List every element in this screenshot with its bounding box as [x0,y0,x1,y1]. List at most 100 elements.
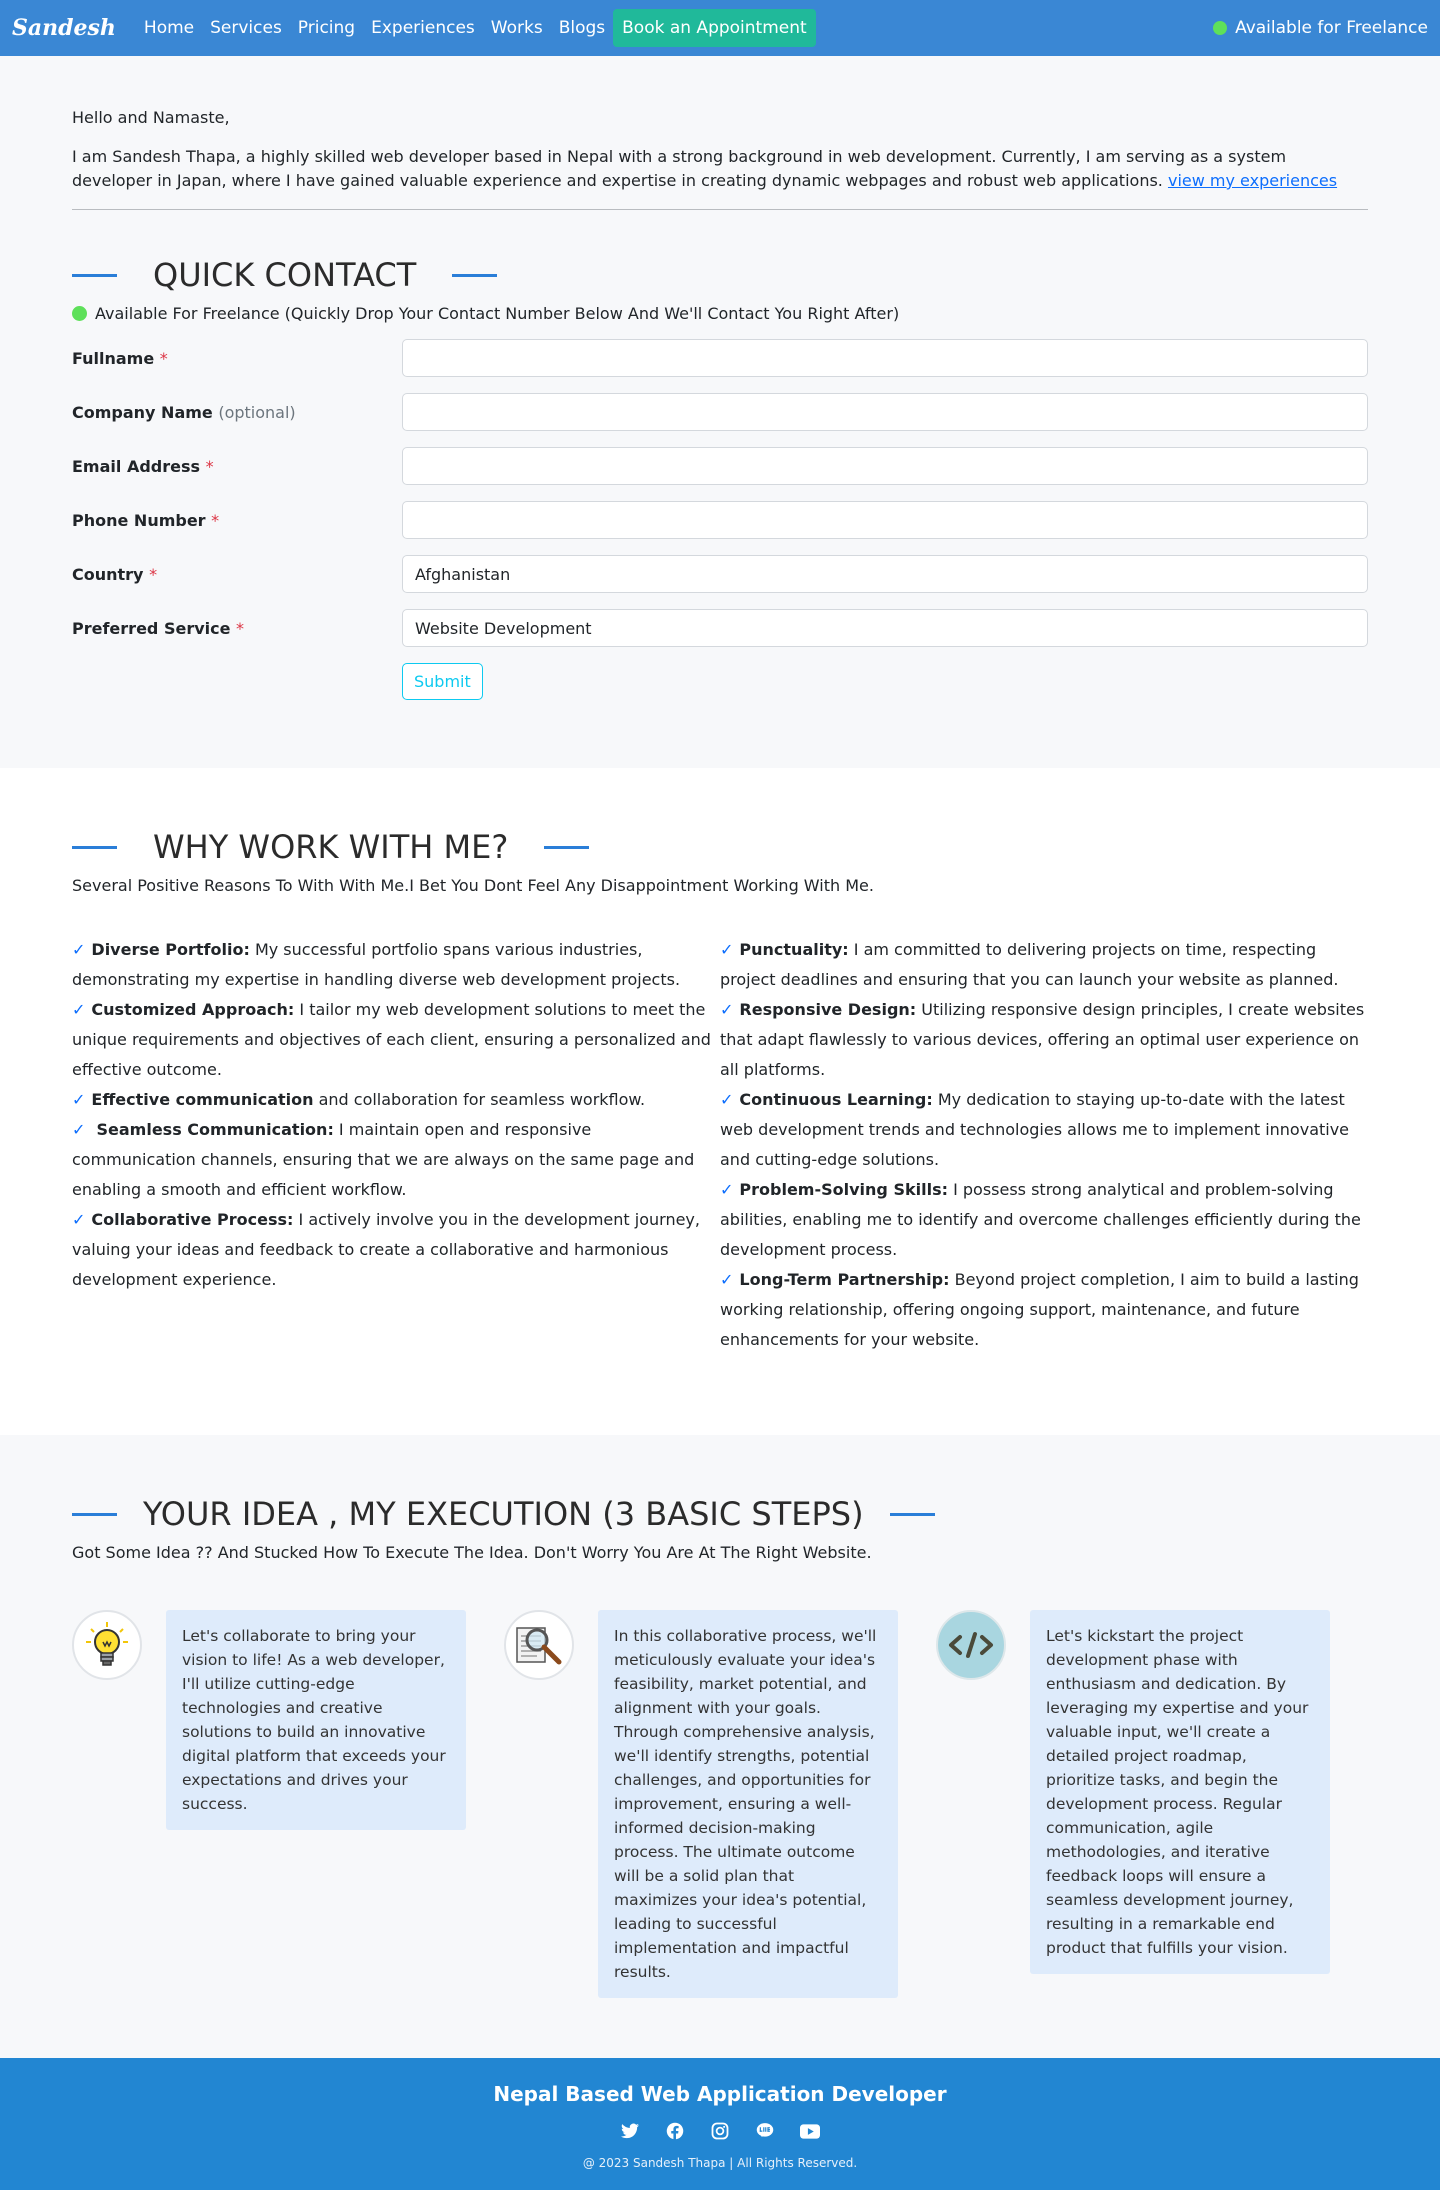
why-title-text: WHY WORK WITH ME? [153,828,509,866]
steps-title: YOUR IDEA , MY EXECUTION (3 BASIC STEPS) [72,1495,1368,1533]
intro: Hello and Namaste, I am Sandesh Thapa, a… [72,56,1368,210]
why-item: ✓ Punctuality: I am committed to deliveri… [720,940,1339,989]
why-section: WHY WORK WITH ME? Several Positive Reaso… [0,768,1440,1435]
title-line-left [72,1512,117,1516]
nav-links: Home Services Pricing Experiences Works … [136,9,816,47]
steps-subtitle: Got Some Idea ?? And Stucked How To Exec… [72,1543,872,1562]
form-row-phone: Phone Number * [72,501,1368,539]
freelance-status-label: Available for Freelance [1235,18,1428,38]
nav-link-pricing[interactable]: Pricing [290,18,363,38]
service-label: Preferred Service * [72,618,245,638]
availability-text: Available For Freelance (Quickly Drop Yo… [95,304,900,323]
twitter-icon[interactable] [608,2120,653,2142]
nav-link-experiences[interactable]: Experiences [363,18,483,38]
check-icon: ✓ [720,940,734,959]
title-line-left [72,273,117,277]
form-row-fullname: Fullname * [72,339,1368,377]
why-column-left: ✓ Diverse Portfolio: My successful portfo… [72,935,720,1355]
fullname-label: Fullname * [72,348,168,368]
check-icon: ✓ [72,1120,86,1139]
fullname-field[interactable] [402,339,1368,377]
form-row-company: Company Name (optional) [72,393,1368,431]
check-icon: ✓ [720,1180,734,1199]
form-row-country: Country * Afghanistan [72,555,1368,593]
company-label: Company Name (optional) [72,402,296,422]
why-title: WHY WORK WITH ME? [72,828,1368,866]
country-label: Country * [72,564,158,584]
step-card: Let's kickstart the project development … [936,1610,1368,1998]
status-dot-icon [1213,21,1228,35]
why-item: ✓ Responsive Design: Utilizing responsive… [720,1000,1365,1079]
why-columns: ✓ Diverse Portfolio: My successful portfo… [72,935,1368,1355]
why-subtitle: Several Positive Reasons To With With Me… [72,876,874,895]
phone-label: Phone Number * [72,510,220,530]
nav-link-home[interactable]: Home [136,18,202,38]
line-icon[interactable] [743,2120,788,2142]
copyright: @ 2023 Sandesh Thapa | All Rights Reserv… [582,2156,858,2170]
form-row-email: Email Address * [72,447,1368,485]
country-select[interactable]: Afghanistan [402,555,1368,593]
check-icon: ✓ [720,1270,734,1289]
title-line-right [889,1512,935,1516]
book-appointment-button[interactable]: Book an Appointment [613,9,816,47]
why-item: ✓ Collaborative Process: I actively invol… [72,1210,700,1289]
brand-logo[interactable]: Sandesh [12,15,116,41]
why-item: ✓ Customized Approach: I tailor my web de… [72,1000,711,1079]
check-icon: ✓ [720,1000,734,1019]
youtube-icon[interactable] [788,2120,833,2142]
lightbulb-icon [72,1610,142,1680]
freelance-status: Available for Freelance [1213,18,1428,38]
greeting: Hello and Namaste, [72,108,230,127]
steps-title-text: YOUR IDEA , MY EXECUTION (3 BASIC STEPS) [143,1495,864,1533]
steps-section: YOUR IDEA , MY EXECUTION (3 BASIC STEPS)… [0,1435,1440,2058]
why-item: ✓ Long-Term Partnership: Beyond project c… [720,1270,1359,1349]
quick-contact-title-text: QUICK CONTACT [153,256,417,294]
navbar: Sandesh Home Services Pricing Experience… [0,0,1440,56]
why-column-right: ✓ Punctuality: I am committed to deliveri… [720,935,1368,1355]
email-field[interactable] [402,447,1368,485]
step-text: Let's collaborate to bring your vision t… [166,1610,466,1830]
footer-title: Nepal Based Web Application Developer [493,2082,947,2106]
step-card: Let's collaborate to bring your vision t… [72,1610,504,1998]
check-icon: ✓ [72,1000,86,1019]
step-card: In this collaborative process, we'll met… [504,1610,936,1998]
view-experiences-link[interactable]: view my experiences [1168,171,1337,190]
code-icon [936,1610,1006,1680]
title-line-left [72,845,117,849]
nav-link-works[interactable]: Works [483,18,551,38]
intro-text: I am Sandesh Thapa, a highly skilled web… [72,145,1368,193]
why-item: ✓ Effective communication and collaborati… [72,1090,646,1109]
quick-contact: QUICK CONTACT Available For Freelance (Q… [72,210,1368,768]
check-icon: ✓ [72,1210,86,1229]
why-item: ✓ Diverse Portfolio: My successful portfo… [72,940,681,989]
submit-row: Submit [72,663,1368,700]
service-select[interactable]: Website Development [402,609,1368,647]
step-text: Let's kickstart the project development … [1030,1610,1330,1974]
contact-form: Fullname * Company Name (optional) Email… [72,339,1368,700]
email-label: Email Address * [72,456,214,476]
title-line-right [544,845,590,849]
status-dot-icon [72,306,87,321]
check-icon: ✓ [72,940,86,959]
instagram-icon[interactable] [698,2120,743,2142]
why-item: ✓ Continuous Learning: My dedication to s… [720,1090,1350,1169]
intro-contact-section: Hello and Namaste, I am Sandesh Thapa, a… [0,56,1440,768]
quick-contact-title: QUICK CONTACT [72,256,1368,294]
magnifier-document-icon [504,1610,574,1680]
nav-link-blogs[interactable]: Blogs [551,18,613,38]
submit-button[interactable]: Submit [402,663,483,700]
phone-field[interactable] [402,501,1368,539]
nav-link-services[interactable]: Services [202,18,290,38]
availability-note: Available For Freelance (Quickly Drop Yo… [72,304,1368,323]
step-text: In this collaborative process, we'll met… [598,1610,898,1998]
check-icon: ✓ [720,1090,734,1109]
footer: Nepal Based Web Application Developer @ … [0,2058,1440,2190]
social-links [0,2120,1440,2142]
steps-row: Let's collaborate to bring your vision t… [72,1610,1368,1998]
title-line-right [452,273,498,277]
why-item: ✓ Problem-Solving Skills: I possess stron… [720,1180,1361,1259]
facebook-icon[interactable] [653,2120,698,2142]
check-icon: ✓ [72,1090,86,1109]
company-field[interactable] [402,393,1368,431]
intro-body: I am Sandesh Thapa, a highly skilled web… [72,147,1287,190]
